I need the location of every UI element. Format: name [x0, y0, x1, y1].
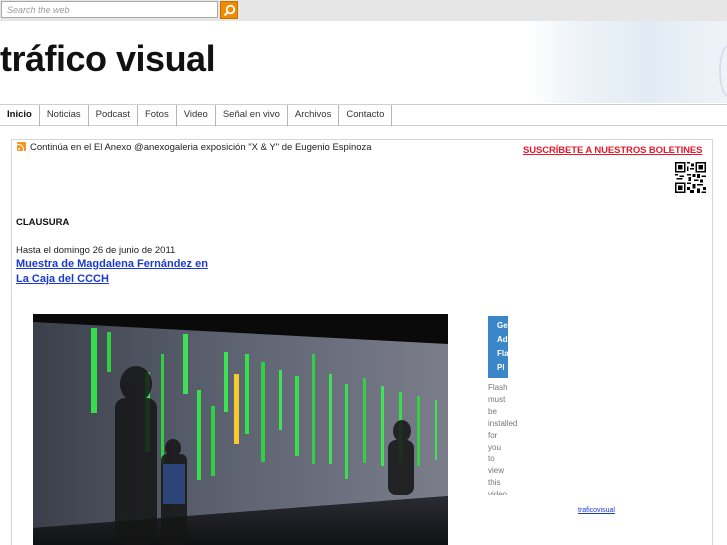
site-title[interactable]: tráfico visual [0, 36, 216, 82]
nav-item-podcast[interactable]: Podcast [89, 105, 138, 126]
nav-item-fotos[interactable]: Fotos [138, 105, 177, 126]
nav-item-inicio[interactable]: Inicio [0, 105, 40, 126]
get-flash-player-button[interactable]: Ge Ad Fla Pl [488, 316, 508, 378]
subscribe-link[interactable]: SUSCRÍBETE A NUESTROS BOLETINES [523, 145, 702, 156]
ticker-text: Continúa en el El Anexo @anexogaleria ex… [30, 142, 372, 153]
rss-icon [17, 142, 26, 151]
flash-required-message: Flash must be installed for you to view … [488, 383, 518, 495]
nav-item-noticias[interactable]: Noticias [40, 105, 89, 126]
exhibition-link[interactable]: Muestra de Magdalena Fernández en La Caj… [16, 257, 216, 287]
qr-code-image [675, 162, 706, 193]
search-input[interactable]: Search the web [1, 1, 218, 18]
main-nav: Inicio Noticias Podcast Fotos Video Seña… [0, 104, 727, 126]
post-date: Hasta el domingo 26 de junio de 2011 [16, 245, 176, 256]
nav-item-senal-en-vivo[interactable]: Señal en vivo [216, 105, 288, 126]
news-ticker[interactable]: Continúa en el El Anexo @anexogaleria ex… [17, 142, 372, 154]
flash-button-line1: Ge [497, 321, 508, 330]
header-decoration [527, 21, 727, 103]
flash-button-line2: Ad [497, 335, 508, 344]
traficovisual-link[interactable]: traficovisual [578, 507, 615, 514]
nav-item-archivos[interactable]: Archivos [288, 105, 340, 126]
search-bar: Search the web [0, 0, 727, 21]
search-button[interactable] [220, 1, 238, 19]
search-icon [223, 4, 236, 17]
exhibition-photo [33, 314, 448, 545]
nav-item-video[interactable]: Video [177, 105, 216, 126]
flash-button-line4: Pl [497, 363, 505, 372]
exhibition-link-line2[interactable]: La Caja del CCCH [16, 273, 109, 285]
post-heading: CLAUSURA [16, 217, 70, 228]
flash-button-line3: Fla [497, 349, 508, 358]
exhibition-link-line1[interactable]: Muestra de Magdalena Fernández en [16, 258, 208, 270]
nav-item-contacto[interactable]: Contacto [339, 105, 393, 126]
